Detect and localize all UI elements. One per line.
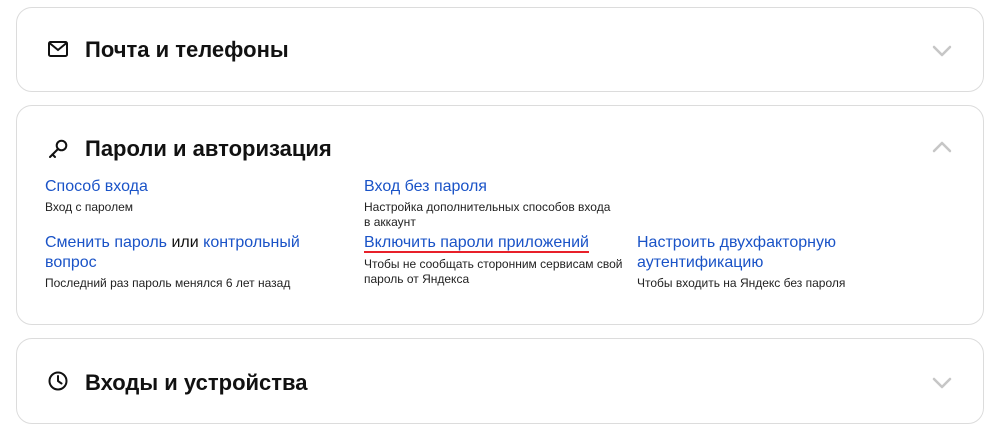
security-question-link[interactable]: контрольный bbox=[203, 234, 300, 251]
mail-icon bbox=[47, 38, 69, 60]
chevron-up-icon[interactable] bbox=[931, 136, 953, 158]
security-question-link-cont[interactable]: вопрос bbox=[45, 254, 97, 271]
app-passwords-desc-line2: пароль от Яндекса bbox=[364, 272, 470, 286]
two-factor-desc: Чтобы входить на Яндекс без пароля bbox=[637, 276, 846, 290]
section-mail-header[interactable]: Почта и телефоны bbox=[17, 8, 983, 93]
two-factor-link-cont[interactable]: аутентификацию bbox=[637, 254, 763, 271]
option-change-password: Сменить пароль или контрольный вопрос По… bbox=[45, 233, 345, 291]
section-passwords-auth: Пароли и авторизация Способ входа Вход с… bbox=[16, 105, 984, 325]
two-factor-link[interactable]: Настроить двухфакторную bbox=[637, 234, 836, 251]
passwordless-desc-line2: в аккаунт bbox=[364, 215, 416, 229]
option-two-factor: Настроить двухфакторную аутентификацию Ч… bbox=[637, 233, 897, 291]
key-icon bbox=[47, 138, 69, 160]
section-passwords-header[interactable]: Пароли и авторизация bbox=[17, 106, 983, 176]
app-passwords-link[interactable]: Включить пароли приложений bbox=[364, 234, 589, 253]
change-password-link[interactable]: Сменить пароль bbox=[45, 234, 167, 251]
app-passwords-desc-line1: Чтобы не сообщать сторонним сервисам сво… bbox=[364, 257, 623, 271]
option-login-method: Способ входа Вход с паролем bbox=[45, 177, 335, 215]
clock-icon bbox=[47, 370, 69, 392]
app-passwords-desc: Чтобы не сообщать сторонним сервисам сво… bbox=[364, 257, 634, 287]
login-method-link[interactable]: Способ входа bbox=[45, 178, 148, 195]
section-logins-devices: Входы и устройства bbox=[16, 338, 984, 424]
change-password-desc: Последний раз пароль менялся 6 лет назад bbox=[45, 276, 291, 290]
passwordless-link[interactable]: Вход без пароля bbox=[364, 178, 487, 195]
option-passwordless: Вход без пароля Настройка дополнительных… bbox=[364, 177, 624, 230]
chevron-down-icon[interactable] bbox=[931, 40, 953, 62]
section-logins-header[interactable]: Входы и устройства bbox=[17, 339, 983, 425]
section-title: Почта и телефоны bbox=[85, 37, 289, 62]
chevron-down-icon[interactable] bbox=[931, 372, 953, 394]
login-method-desc: Вход с паролем bbox=[45, 200, 133, 214]
passwordless-desc-line1: Настройка дополнительных способов входа bbox=[364, 200, 611, 214]
section-title: Пароли и авторизация bbox=[85, 136, 332, 161]
section-title: Входы и устройства bbox=[85, 370, 308, 395]
section-mail-phones: Почта и телефоны bbox=[16, 7, 984, 92]
option-app-passwords: Включить пароли приложений Чтобы не сооб… bbox=[364, 233, 634, 287]
connector-text: или bbox=[171, 234, 199, 251]
passwordless-desc: Настройка дополнительных способов входа … bbox=[364, 200, 624, 230]
